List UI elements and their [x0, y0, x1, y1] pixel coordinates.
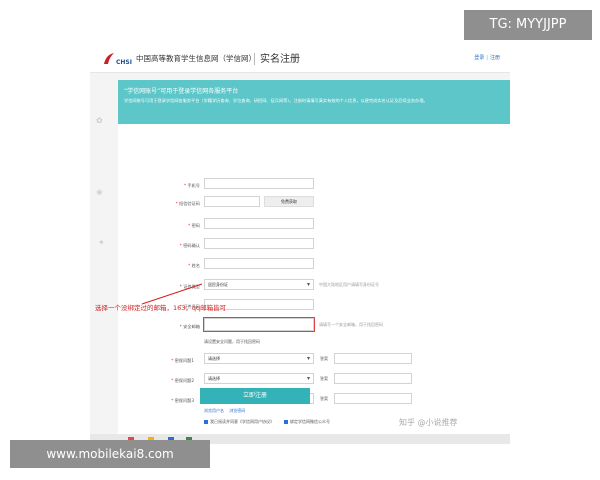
annotation-text: 选择一个没绑定过的邮箱，163，qq邮箱皆可 — [95, 304, 227, 312]
top-links: 登录 | 注册 — [474, 55, 500, 61]
site-label: www.mobilekai8.com — [10, 440, 210, 468]
banner-title: “学信网账号”可用于登录学信网各服务平台 — [124, 88, 239, 95]
email-hint: 请填写一个安全邮箱，用于找回密码 — [319, 322, 383, 327]
a2-label: 答案 — [320, 376, 328, 381]
password-confirm-input[interactable] — [204, 238, 314, 249]
page-title: 实名注册 — [260, 54, 300, 65]
a1-label: 答案 — [320, 356, 328, 361]
agree-text: 我已阅读并同意《学信网用户协议》 — [210, 419, 274, 424]
side-decor-icon: ✿ — [96, 116, 103, 125]
bottom-link-password[interactable]: 浏览密码 — [229, 408, 245, 413]
sms-code-input[interactable] — [204, 196, 260, 207]
bottom-links: 浏览用户名 浏览密码 — [204, 408, 245, 414]
agree-checkbox[interactable] — [204, 420, 208, 424]
header-divider — [254, 53, 255, 65]
a3-label: 答案 — [320, 396, 328, 401]
q2-select[interactable]: 请选择 — [204, 373, 314, 384]
mobile-input[interactable] — [204, 178, 314, 189]
site-name: 中国高等教育学生信息网（学信网） — [136, 54, 256, 63]
a2-input[interactable] — [334, 373, 412, 384]
submit-register-button[interactable]: 立即注册 — [200, 388, 310, 404]
bottom-link-username[interactable]: 浏览用户名 — [204, 408, 224, 413]
bind-wechat-checkbox[interactable] — [284, 420, 288, 424]
side-decor-icon: ✦ — [98, 238, 105, 247]
security-note: 请设置安全问题，用于找回密码 — [204, 339, 260, 344]
mobile-label: * 手机号 — [183, 183, 200, 188]
login-link[interactable]: 登录 — [474, 55, 484, 61]
id-type-hint: 中国大陆地区用户请填写身份证号 — [319, 282, 379, 287]
q1-select[interactable]: 请选择 — [204, 353, 314, 364]
browser-screenshot: CHSI 中国高等教育学生信息网（学信网） 实名注册 登录 | 注册 “学信网账号”… — [90, 44, 510, 436]
name-input[interactable] — [204, 258, 314, 269]
side-decor-icon: ❀ — [96, 188, 103, 197]
banner-description: 学信网账号可用于登录学信网各服务平台（学籍学历查询、学位查询、研招网、征兵网等）… — [124, 98, 428, 103]
q1-label: * 密保问题1 — [171, 358, 194, 363]
sms-send-button[interactable]: 免费获取 — [264, 196, 314, 207]
registration-card: “学信网账号”可用于登录学信网各服务平台 学信网账号可用于登录学信网各服务平台（… — [118, 80, 510, 436]
q2-label: * 密保问题2 — [171, 378, 194, 383]
a3-input[interactable] — [334, 393, 412, 404]
password-label: * 密码 — [188, 223, 200, 228]
id-type-select[interactable]: 居民身份证 — [204, 279, 314, 290]
logo-abbr: CHSI — [116, 59, 132, 66]
chsi-logo-icon — [104, 53, 114, 64]
q3-label: * 密保问题3 — [171, 398, 194, 403]
email-input[interactable] — [203, 317, 315, 332]
sms-label: * 短信验证码 — [175, 201, 200, 206]
bind-wechat-text: 绑定学信网微信公众号 — [290, 419, 330, 424]
register-link[interactable]: 注册 — [490, 55, 500, 61]
name-label: * 姓名 — [188, 263, 200, 268]
a1-input[interactable] — [334, 353, 412, 364]
password-input[interactable] — [204, 218, 314, 229]
password-confirm-label: * 密码确认 — [179, 243, 200, 248]
tg-label: TG: MYYJJPP — [464, 10, 592, 40]
email-label: * 安全邮箱 — [179, 324, 200, 329]
site-header: CHSI 中国高等教育学生信息网（学信网） 实名注册 登录 | 注册 — [90, 44, 510, 73]
info-banner: “学信网账号”可用于登录学信网各服务平台 学信网账号可用于登录学信网各服务平台（… — [118, 80, 510, 124]
zhihu-watermark: 知乎 @小说推荐 — [399, 418, 458, 427]
